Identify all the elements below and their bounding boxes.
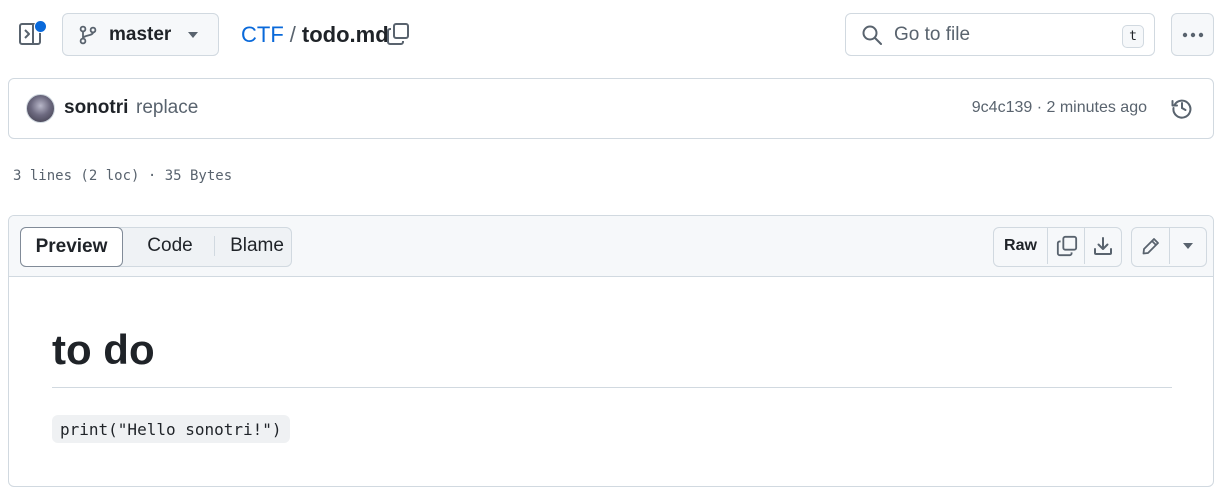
branch-selector-button[interactable]: master xyxy=(62,13,219,56)
git-branch-icon xyxy=(79,25,97,45)
go-to-file-input[interactable]: Go to file t xyxy=(845,13,1155,56)
edit-file-button[interactable] xyxy=(1132,228,1169,264)
file-meta: 3 lines (2 loc) · 35 Bytes xyxy=(13,168,233,184)
caret-down-icon xyxy=(1183,243,1193,249)
breadcrumb-separator: / xyxy=(289,22,296,47)
keyboard-shortcut-hint: t xyxy=(1122,25,1144,48)
tab-preview[interactable]: Preview xyxy=(20,227,123,267)
breadcrumb-repo-link[interactable]: CTF xyxy=(241,22,284,48)
download-button[interactable] xyxy=(1084,228,1121,264)
notification-dot xyxy=(34,20,47,33)
commit-message[interactable]: replace xyxy=(136,97,198,119)
heading-rule xyxy=(52,387,1172,388)
file-actions-group: Raw xyxy=(993,227,1122,267)
file-header: Preview Code Blame Raw xyxy=(9,216,1213,277)
edit-actions-group xyxy=(1131,227,1207,267)
tab-divider xyxy=(214,236,215,256)
branch-name: master xyxy=(109,23,172,45)
copy-raw-button[interactable] xyxy=(1047,228,1085,264)
copy-icon xyxy=(1056,235,1078,257)
edit-options-button[interactable] xyxy=(1169,228,1206,264)
inline-code: print("Hello sonotri!") xyxy=(52,415,290,443)
search-icon xyxy=(862,25,882,45)
pencil-icon xyxy=(1141,236,1161,256)
sidebar-toggle-button[interactable] xyxy=(10,14,50,54)
copy-icon xyxy=(386,22,410,46)
kebab-horizontal-icon xyxy=(1182,32,1204,38)
file-view: Preview Code Blame Raw to do print("Hell… xyxy=(8,215,1214,487)
caret-down-icon xyxy=(188,31,198,38)
latest-commit-box: sonotri replace 9c4c139 · 2 minutes ago xyxy=(8,78,1214,139)
markdown-heading: to do xyxy=(52,326,155,373)
avatar[interactable] xyxy=(26,94,55,123)
go-to-file-placeholder: Go to file xyxy=(894,23,971,45)
tab-code[interactable]: Code xyxy=(129,227,211,265)
history-icon[interactable] xyxy=(1171,97,1193,119)
tab-blame[interactable]: Blame xyxy=(217,227,297,265)
commit-author[interactable]: sonotri xyxy=(64,97,128,119)
copy-path-button[interactable] xyxy=(386,22,410,46)
commit-sha-time[interactable]: 9c4c139 · 2 minutes ago xyxy=(972,99,1147,117)
raw-button[interactable]: Raw xyxy=(994,228,1047,264)
breadcrumb: CTF / todo.md xyxy=(241,20,389,50)
breadcrumb-file: todo.md xyxy=(301,22,389,47)
more-options-button[interactable] xyxy=(1171,13,1214,56)
download-icon xyxy=(1093,236,1113,256)
view-mode-tabs: Preview Code Blame xyxy=(20,227,292,267)
